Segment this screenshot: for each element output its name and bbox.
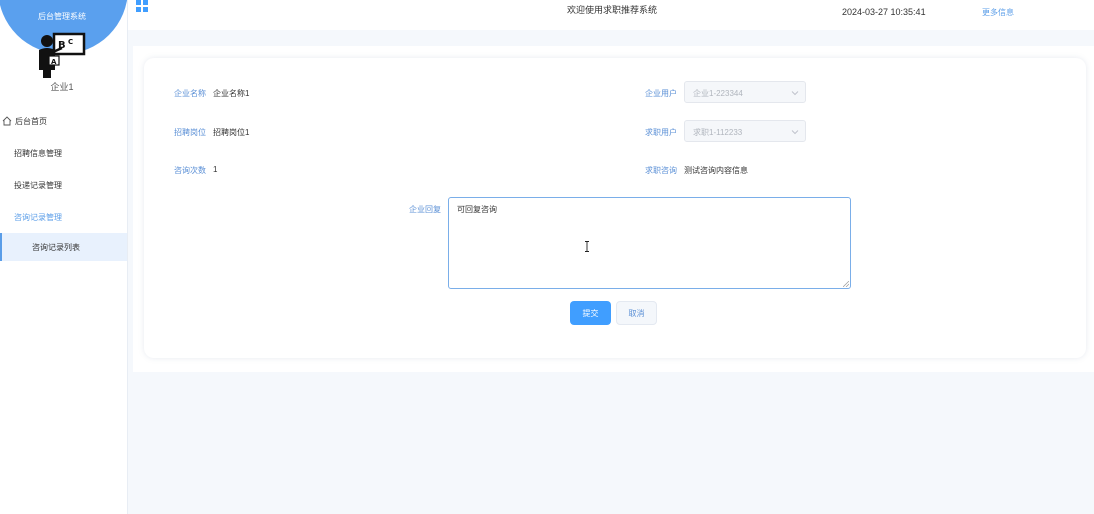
sidebar-item-home[interactable]: 后台首页	[0, 105, 127, 137]
reply-label: 企业回复	[409, 205, 441, 214]
sidebar-item-label: 咨询记录管理	[14, 212, 62, 222]
sidebar-item-consult-records[interactable]: 咨询记录管理	[0, 201, 127, 233]
app-root: 后台管理系统 B C A 企业1 后台首页 招聘信息管理 投递记录管理 咨询记录…	[0, 0, 1094, 514]
company-user-value: 企业1-223344	[693, 89, 743, 98]
sidebar-item-recruit-info[interactable]: 招聘信息管理	[0, 137, 127, 169]
job-user-label: 求职用户	[645, 128, 677, 137]
sidebar-item-label: 后台首页	[15, 116, 47, 126]
sidebar: 后台管理系统 B C A 企业1 后台首页 招聘信息管理 投递记录管理 咨询记录…	[0, 0, 128, 514]
sidebar-title: 后台管理系统	[38, 12, 86, 21]
svg-text:C: C	[68, 38, 73, 46]
datetime-display: 2024-03-27 10:35:41	[842, 7, 926, 17]
resize-handle-icon[interactable]	[843, 281, 849, 287]
sidebar-item-delivery-records[interactable]: 投递记录管理	[0, 169, 127, 201]
sidebar-item-consult-list[interactable]: 咨询记录列表	[0, 233, 127, 261]
sidebar-item-label: 招聘信息管理	[14, 148, 62, 158]
avatar-name: 企业1	[50, 82, 74, 92]
sidebar-item-label: 投递记录管理	[14, 180, 62, 190]
consult-count-label: 咨询次数	[174, 166, 206, 175]
grid-icon[interactable]	[136, 0, 148, 12]
svg-text:A: A	[51, 58, 57, 66]
sidebar-item-label: 咨询记录列表	[32, 242, 80, 252]
consult-label: 求职咨询	[645, 166, 677, 175]
position-value: 招聘岗位1	[213, 128, 250, 137]
top-header: 欢迎使用求职推荐系统 2024-03-27 10:35:41 更多信息	[128, 0, 1094, 30]
consult-count-value: 1	[213, 165, 218, 174]
consult-value: 测试咨询内容信息	[684, 166, 748, 175]
sidebar-menu: 后台首页 招聘信息管理 投递记录管理 咨询记录管理 咨询记录列表	[0, 105, 127, 261]
welcome-text: 欢迎使用求职推荐系统	[567, 5, 658, 15]
chevron-down-icon	[791, 130, 799, 135]
job-user-value: 求职1-112233	[693, 128, 743, 137]
reply-textarea[interactable]: 可回复咨询	[448, 197, 851, 289]
text-cursor-icon	[585, 241, 589, 252]
more-info-link[interactable]: 更多信息	[982, 7, 1014, 18]
home-icon	[2, 116, 12, 126]
chevron-down-icon	[791, 91, 799, 96]
submit-button[interactable]: 提交	[570, 301, 611, 325]
job-user-select[interactable]: 求职1-112233	[684, 120, 806, 142]
company-name-value: 企业名称1	[213, 89, 250, 98]
company-user-label: 企业用户	[645, 89, 677, 98]
teacher-avatar-icon: B C A	[39, 32, 86, 78]
reply-text: 可回复咨询	[457, 205, 497, 214]
cancel-button[interactable]: 取消	[616, 301, 657, 325]
position-label: 招聘岗位	[174, 128, 206, 137]
company-user-select[interactable]: 企业1-223344	[684, 81, 806, 103]
company-name-label: 企业名称	[174, 89, 206, 98]
